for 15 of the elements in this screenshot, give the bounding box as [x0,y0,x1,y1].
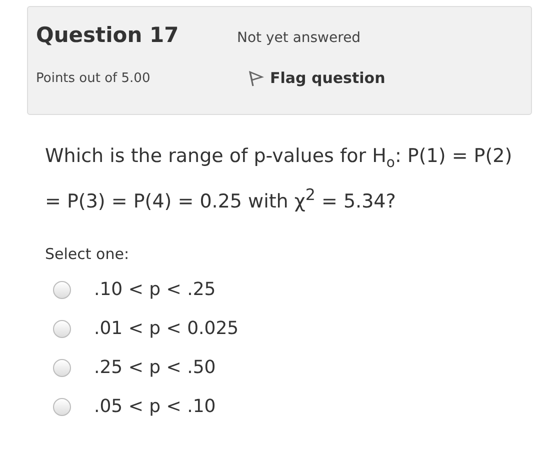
radio-button[interactable] [53,358,71,377]
question-text: Which is the range of p-values for H$_{o}$: P(1) = P(2) = P(3) = P(4) = 0.25 with χ$^{2}$ = 5.34? [45,144,514,214]
flag-question-button[interactable]: Flag question [248,69,386,87]
points-label: Points out of 5.00 [36,70,152,86]
answer-status: Not yet answered [237,30,361,46]
question-number: Question 17 [36,23,180,47]
radio-button[interactable] [53,398,71,416]
answer-option[interactable]: .01 < p < 0.025 [53,314,239,344]
radio-button[interactable] [53,320,71,338]
radio-button[interactable] [53,280,71,299]
answer-option[interactable]: .10 < p < .25 [53,275,216,304]
answer-option[interactable]: .05 < p < .10 [53,392,216,422]
flag-icon [248,69,264,87]
select-one-label: Select one: [45,245,130,264]
answer-option[interactable]: .25 < p < .50 [53,353,216,382]
